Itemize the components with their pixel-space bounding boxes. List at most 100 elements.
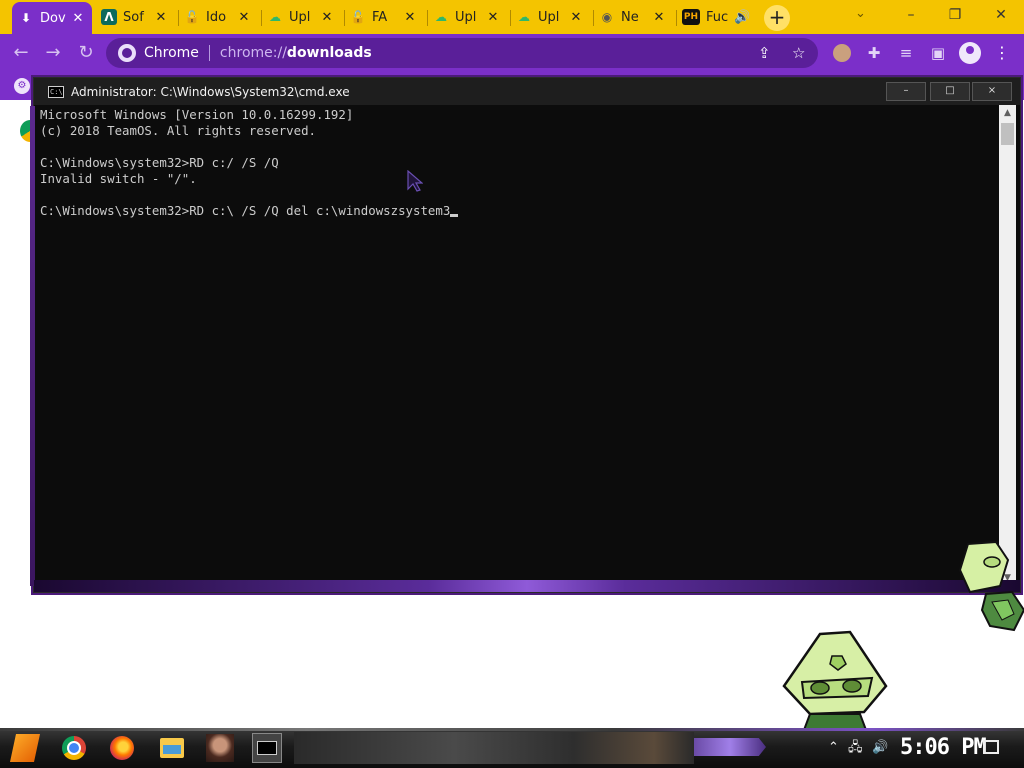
close-icon[interactable]: ✕ [70,11,86,26]
chrome-icon [118,44,136,62]
character-peridot-large-icon [782,630,888,730]
close-icon[interactable]: ✕ [568,10,584,25]
console-line: (c) 2018 TeamOS. All rights reserved. [40,123,317,138]
tab-label: Dov [40,10,66,26]
firefox-taskbar-icon[interactable] [110,736,134,760]
tab-ido[interactable]: 🔓 Ido ✕ [178,3,258,31]
tab-upl-1[interactable]: ☁ Upl ✕ [261,3,341,31]
download-icon: ⬇ [20,11,32,25]
close-icon[interactable]: ✕ [402,10,418,25]
console-line: Microsoft Windows [Version 10.0.16299.19… [40,107,354,122]
reload-icon[interactable]: ↻ [75,42,97,64]
photo-taskbar-icon[interactable] [206,734,234,762]
console-line: Invalid switch - "/". [40,171,197,186]
file-explorer-taskbar-icon[interactable] [160,738,184,758]
tab-search-icon[interactable]: ⌄ [855,6,866,21]
chrome-icon: ◉ [601,10,613,24]
tab-sof[interactable]: Λ Sof ✕ [95,3,175,31]
console-output[interactable]: Microsoft Windows [Version 10.0.16299.19… [40,105,1000,581]
upload-cloud-icon: ☁ [435,10,447,24]
close-icon[interactable]: ✕ [485,10,501,25]
close-icon[interactable]: ✕ [651,10,667,25]
cmd-taskbar-icon[interactable] [252,733,282,763]
tray-expand-icon[interactable]: ⌃ [828,739,839,757]
bookmark-icon[interactable]: ⚙ [14,78,30,94]
console-line: C:\Windows\system32>RD c:/ /S /Q [40,155,279,170]
upload-cloud-icon: ☁ [269,10,281,24]
tab-fa[interactable]: 🔓 FA ✕ [344,3,424,31]
new-tab-button[interactable]: + [764,5,790,31]
close-window-icon[interactable]: ✕ [986,4,1016,28]
tab-label: Fuc [706,9,729,25]
letter-a-icon: Λ [101,9,117,25]
red-lock-icon: 🔓 [184,10,200,24]
tab-label: Upl [455,9,477,25]
kebab-menu-icon[interactable]: ⋮ [994,43,1010,63]
taskbar-arrow-decoration [694,738,766,756]
cmd-title-bar[interactable]: C:\ Administrator: C:\Windows\System32\c… [34,78,1020,105]
tab-label: Sof [123,9,144,25]
minimize-icon[interactable]: – [896,4,926,28]
cmd-scrollbar[interactable]: ▲ ▼ [999,105,1016,587]
cmd-window[interactable]: C:\ Administrator: C:\Windows\System32\c… [30,77,1021,593]
cmd-close-button[interactable]: × [972,82,1012,101]
scroll-up-icon[interactable]: ▲ [999,105,1016,122]
tab-label: Upl [538,9,560,25]
taskbar-decoration [294,732,694,764]
close-icon[interactable]: ✕ [236,10,252,25]
browser-toolbar: ← → ↻ Chrome chrome://downloads ⇪ ☆ ✚ ≡ … [0,34,1024,72]
tab-ne[interactable]: ◉ Ne ✕ [593,3,673,31]
tab-label: Ne [621,9,639,25]
window-bottom-glow [34,580,1020,592]
taskbar-clock[interactable]: 5:06 PM [900,735,987,761]
tab-label: Ido [206,9,227,25]
share-icon[interactable]: ⇪ [758,44,771,62]
bookmark-star-icon[interactable]: ☆ [792,44,805,62]
notification-center-icon[interactable] [983,740,999,754]
forward-icon[interactable]: → [42,42,64,64]
media-queue-icon[interactable]: ≡ [897,44,915,62]
tab-label: Upl [289,9,311,25]
cmd-icon: C:\ [48,85,64,98]
cmd-maximize-button[interactable]: □ [930,82,970,101]
upload-cloud-icon: ☁ [518,10,530,24]
address-bar[interactable]: Chrome chrome://downloads ⇪ ☆ [106,38,818,68]
close-icon[interactable]: ✕ [319,10,335,25]
volume-icon[interactable]: 🔊 [872,739,888,757]
start-button[interactable] [10,734,40,762]
tab-downloads[interactable]: ⬇ Dov ✕ [12,2,92,34]
red-lock-icon: 🔓 [350,10,366,24]
profile-avatar-icon[interactable] [959,42,981,64]
url-scheme: chrome:// [219,45,287,61]
network-icon[interactable]: 🖧 [848,739,863,757]
tab-fuc[interactable]: PH Fuc 🔊 [676,3,756,31]
separator [208,45,210,61]
cmd-minimize-button[interactable]: – [886,82,926,101]
site-label: Chrome [144,45,199,61]
taskbar-accent [0,728,1024,731]
restore-icon[interactable]: ❐ [940,4,970,28]
back-icon[interactable]: ← [10,42,32,64]
character-peridot-small-icon [958,540,1024,632]
ph-icon: PH [682,9,700,25]
console-command: C:\Windows\system32>RD c:\ /S /Q del c:\… [40,203,451,218]
tab-upl-3[interactable]: ☁ Upl ✕ [510,3,590,31]
chrome-taskbar-icon[interactable] [62,736,86,760]
window-glow [30,106,35,586]
url-path: downloads [286,45,372,61]
cmd-title: Administrator: C:\Windows\System32\cmd.e… [71,84,350,99]
tab-upl-2[interactable]: ☁ Upl ✕ [427,3,507,31]
extension-avatar-icon[interactable] [833,44,851,62]
scroll-thumb[interactable] [1001,123,1014,145]
close-icon[interactable]: ✕ [153,10,169,25]
side-panel-icon[interactable]: ▣ [929,44,947,62]
console-input-line[interactable]: C:\Windows\system32>RD c:\ /S /Q del c:\… [40,203,1000,219]
tab-label: FA [372,9,388,25]
mouse-pointer-icon [407,170,423,192]
text-cursor [450,214,459,217]
taskbar: ⌃ 🖧 🔊 5:06 PM [0,728,1024,768]
extensions-puzzle-icon[interactable]: ✚ [865,44,883,62]
audio-icon[interactable]: 🔊 [734,10,750,25]
